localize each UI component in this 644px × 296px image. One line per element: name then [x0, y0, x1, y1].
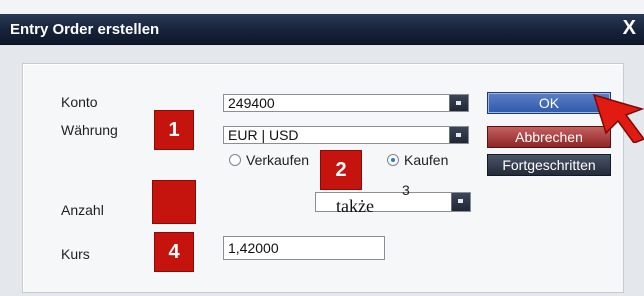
kurs-label: Kurs — [61, 246, 90, 262]
radio-circle-icon[interactable] — [229, 154, 241, 166]
marker-4: 4 — [154, 232, 194, 272]
marker-3 — [152, 180, 196, 224]
anzahl-label: Anzahl — [61, 202, 104, 218]
kurs-value: 1,42000 — [228, 240, 279, 256]
chevron-down-icon[interactable] — [451, 193, 470, 211]
window-title: Entry Order erstellen — [10, 21, 160, 38]
waehrung-value: EUR | USD — [228, 127, 299, 143]
marker-1: 1 — [154, 110, 194, 150]
waehrung-label: Währung — [61, 122, 118, 138]
overlay-text: także — [336, 196, 374, 216]
konto-label: Konto — [61, 94, 98, 110]
chevron-down-icon[interactable] — [449, 127, 468, 143]
verkaufen-label: Verkaufen — [246, 152, 310, 168]
close-icon[interactable]: X — [623, 17, 636, 40]
kaufen-label: Kaufen — [404, 152, 449, 168]
konto-value: 249400 — [228, 95, 275, 111]
overlay-superscript: 3 — [402, 182, 410, 198]
title-bar: Entry Order erstellen X — [0, 14, 644, 45]
radio-checked-icon[interactable] — [387, 154, 399, 166]
chevron-down-icon[interactable] — [449, 95, 468, 111]
kurs-input[interactable]: 1,42000 — [223, 236, 385, 260]
background-top-strip — [0, 0, 644, 15]
waehrung-select[interactable]: EUR | USD — [223, 126, 469, 144]
radio-kaufen[interactable]: Kaufen — [387, 152, 448, 168]
radio-verkaufen[interactable]: Verkaufen — [229, 152, 309, 168]
advanced-button[interactable]: Fortgeschritten — [487, 154, 611, 176]
konto-select[interactable]: 249400 — [223, 94, 469, 112]
marker-2: 2 — [320, 150, 362, 190]
red-arrow-icon — [592, 93, 644, 143]
